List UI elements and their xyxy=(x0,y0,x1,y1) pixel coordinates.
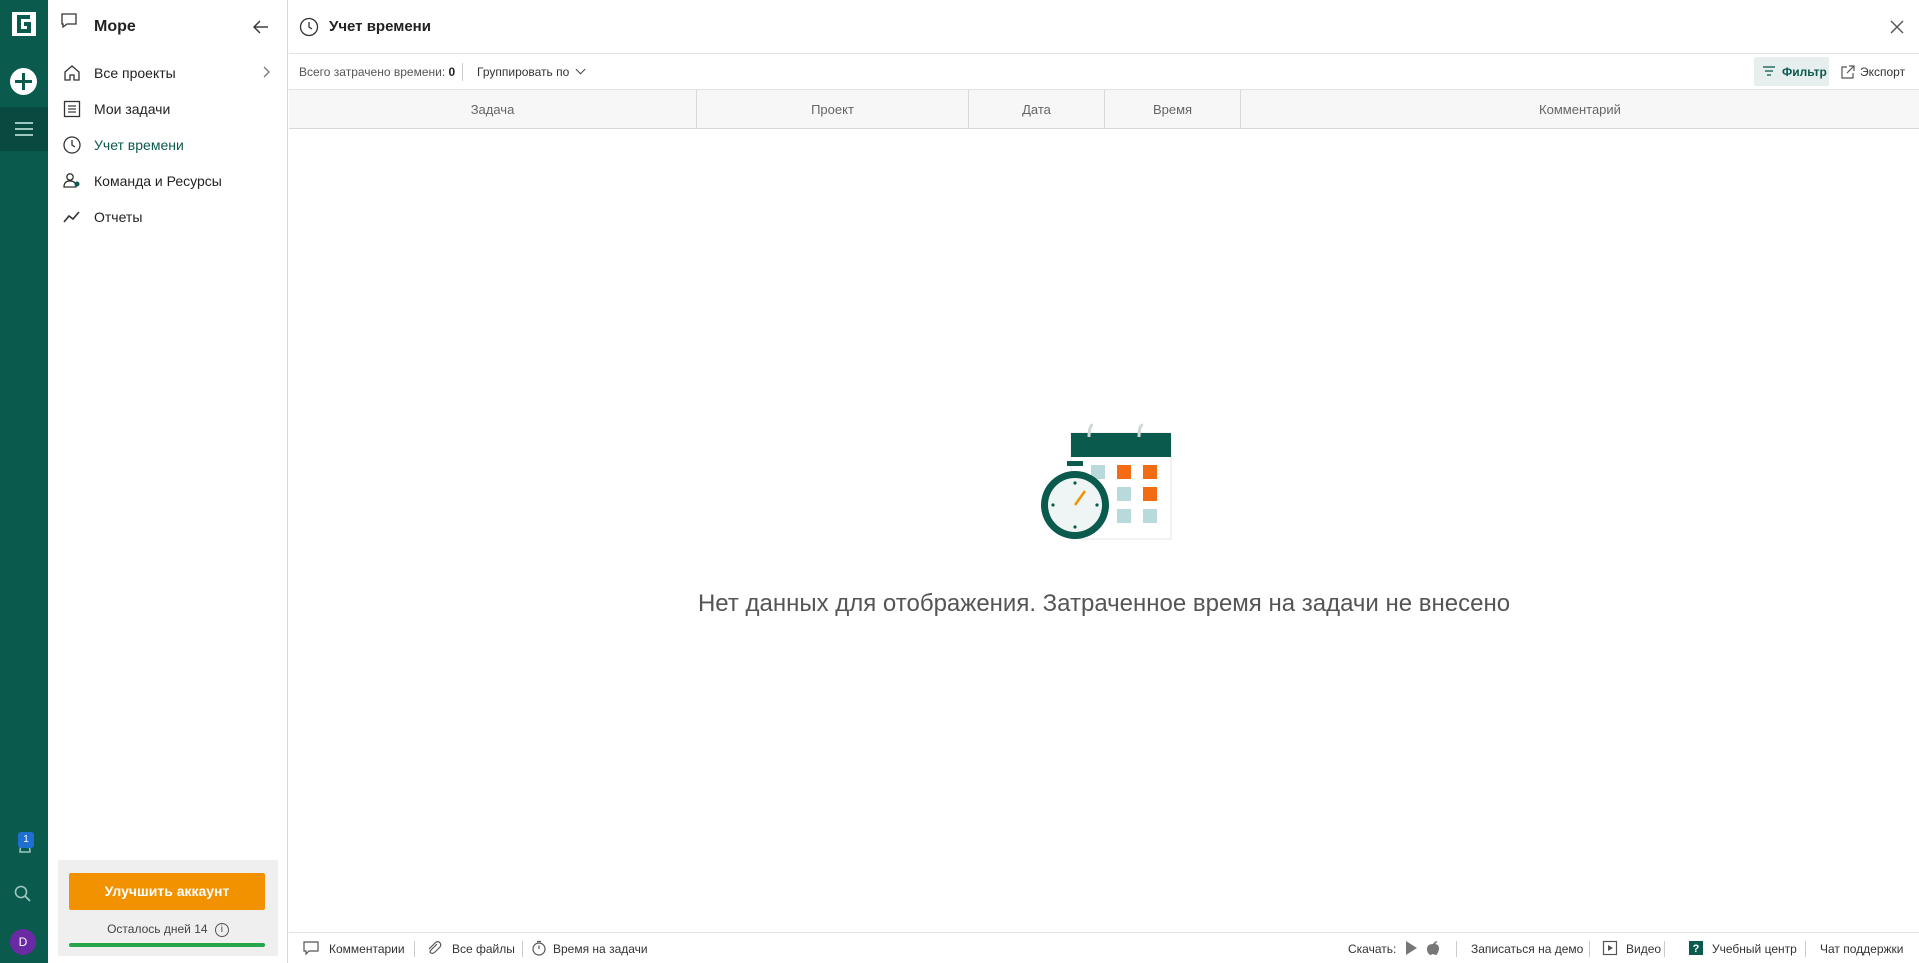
divider xyxy=(1456,941,1457,957)
export-icon xyxy=(1841,65,1855,79)
column-header-date[interactable]: Дата xyxy=(969,90,1105,129)
video-icon xyxy=(1602,940,1618,956)
sidebar-item-reports[interactable]: Отчеты xyxy=(48,198,288,234)
notification-badge: 1 xyxy=(18,832,34,848)
divider xyxy=(462,63,463,81)
info-icon[interactable]: i xyxy=(214,922,229,937)
column-header-comment[interactable]: Комментарий xyxy=(1241,90,1919,129)
divider xyxy=(1805,941,1806,957)
app-logo-icon[interactable] xyxy=(10,10,38,38)
export-button[interactable]: Экспорт xyxy=(1834,57,1914,86)
sidebar-header: Море xyxy=(48,0,288,54)
menu-icon[interactable] xyxy=(0,107,48,151)
clock-icon xyxy=(299,17,319,37)
chevron-down-icon xyxy=(575,64,586,75)
page-header: Учет времени xyxy=(289,0,1919,54)
group-by-dropdown[interactable]: Группировать по xyxy=(477,64,586,79)
total-time: Всего затрачено времени: 0 xyxy=(299,65,455,79)
page-title: Учет времени xyxy=(329,18,431,35)
group-by-label: Группировать по xyxy=(477,65,570,79)
search-icon[interactable] xyxy=(13,884,33,904)
add-icon[interactable] xyxy=(10,68,37,95)
home-icon xyxy=(64,65,80,81)
divider xyxy=(1664,941,1665,957)
avatar[interactable]: D xyxy=(10,929,36,955)
app-rail: 1 D xyxy=(0,0,48,963)
sidebar-item-label: Все проекты xyxy=(94,65,176,81)
footer-video-link[interactable]: Видео xyxy=(1626,942,1661,956)
divider xyxy=(522,941,523,957)
apple-icon[interactable] xyxy=(1425,940,1441,956)
empty-state-message: Нет данных для отображения. Затраченное … xyxy=(697,590,1511,617)
trial-progress-fill xyxy=(69,943,265,947)
total-time-label: Всего затрачено времени: xyxy=(299,65,446,79)
column-header-time[interactable]: Время xyxy=(1105,90,1241,129)
download-label: Скачать: xyxy=(1348,942,1397,956)
sidebar-item-time-tracking[interactable]: Учет времени xyxy=(48,126,288,162)
divider xyxy=(1589,941,1590,957)
chart-icon xyxy=(63,211,80,223)
filter-label: Фильтр xyxy=(1782,65,1827,79)
calendar-stopwatch-illustration xyxy=(1041,423,1172,540)
comments-icon xyxy=(303,941,319,956)
sidebar: Море Все проекты Мои задачи Учет времени xyxy=(48,0,288,963)
chevron-right-icon xyxy=(263,66,270,78)
workspace-title: Море xyxy=(94,18,136,35)
footer-bar: Комментарии Все файлы Время на задачи Ск… xyxy=(289,932,1919,963)
upgrade-account-button[interactable]: Улучшить аккаунт xyxy=(69,873,265,910)
svg-text:?: ? xyxy=(1693,943,1700,955)
empty-state: Нет данных для отображения. Затраченное … xyxy=(289,129,1919,929)
trial-days-left: Осталось дней 14 i xyxy=(58,922,278,937)
footer-comments-link[interactable]: Комментарии xyxy=(329,942,405,956)
filter-icon xyxy=(1763,66,1775,76)
list-icon xyxy=(63,100,81,118)
column-header-project[interactable]: Проект xyxy=(697,90,969,129)
total-time-value: 0 xyxy=(448,65,456,79)
table-header: Задача Проект Дата Время Комментарий xyxy=(289,90,1919,129)
help-center-icon: ? xyxy=(1689,941,1703,955)
team-icon xyxy=(63,173,80,188)
footer-time-on-tasks-link[interactable]: Время на задачи xyxy=(553,942,648,956)
main-content: Учет времени Всего затрачено времени: 0 … xyxy=(289,0,1919,963)
trial-days-text: Осталось дней 14 xyxy=(107,922,208,936)
paperclip-icon xyxy=(428,941,442,954)
upgrade-panel: Улучшить аккаунт Осталось дней 14 i xyxy=(58,860,278,956)
google-play-icon[interactable] xyxy=(1403,940,1419,956)
sidebar-item-label: Мои задачи xyxy=(94,101,171,117)
footer-demo-link[interactable]: Записаться на демо xyxy=(1471,942,1583,956)
filter-button[interactable]: Фильтр xyxy=(1754,57,1829,86)
divider xyxy=(414,941,415,957)
export-label: Экспорт xyxy=(1860,65,1906,79)
chat-bubble-icon[interactable] xyxy=(60,12,78,30)
sidebar-item-label: Команда и Ресурсы xyxy=(94,173,222,189)
sidebar-item-team[interactable]: Команда и Ресурсы xyxy=(48,162,288,198)
clock-icon xyxy=(63,136,81,154)
trial-progress-bar xyxy=(69,943,265,947)
sidebar-item-label: Отчеты xyxy=(94,209,143,225)
notifications-icon[interactable]: 1 xyxy=(14,832,36,856)
column-header-task[interactable]: Задача xyxy=(289,90,697,129)
sidebar-item-all-projects[interactable]: Все проекты xyxy=(48,54,288,90)
stopwatch-icon xyxy=(532,940,546,956)
sidebar-item-my-tasks[interactable]: Мои задачи xyxy=(48,90,288,126)
footer-learning-center-link[interactable]: Учебный центр xyxy=(1712,942,1797,956)
arrow-left-icon[interactable] xyxy=(252,18,270,36)
toolbar: Всего затрачено времени: 0 Группировать … xyxy=(289,54,1919,90)
footer-all-files-link[interactable]: Все файлы xyxy=(452,942,515,956)
close-icon[interactable] xyxy=(1889,19,1905,35)
footer-support-chat-link[interactable]: Чат поддержки xyxy=(1820,942,1903,956)
sidebar-item-label: Учет времени xyxy=(94,137,184,153)
